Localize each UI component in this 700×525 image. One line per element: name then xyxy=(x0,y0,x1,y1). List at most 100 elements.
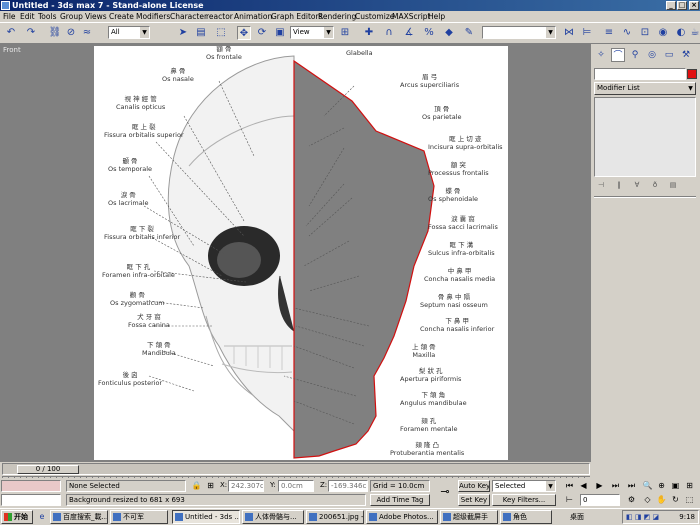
time-slider-thumb[interactable]: 0 / 100 xyxy=(17,465,79,474)
key-mode-dropdown[interactable]: Selected ▼ xyxy=(492,480,556,492)
task-8[interactable]: 角色 xyxy=(500,510,552,524)
lock-selection-icon[interactable]: 🔒 xyxy=(191,480,202,491)
menu-help[interactable]: Help xyxy=(428,11,445,22)
viewport-front[interactable]: Front 額 骨 Os frontale Glabella 鼻 骨 Os na… xyxy=(0,44,590,488)
time-configuration-icon[interactable]: ⚙ xyxy=(626,494,637,505)
pin-stack-icon[interactable]: ⊣ xyxy=(594,181,608,191)
set-key-button[interactable]: Set Key xyxy=(458,494,490,506)
hierarchy-tab-icon[interactable]: ⚲ xyxy=(628,48,642,62)
remove-modifier-icon[interactable]: ð xyxy=(648,181,662,191)
configure-modifier-sets-icon[interactable]: ▤ xyxy=(666,181,680,191)
menu-character[interactable]: Character xyxy=(170,11,207,22)
add-time-tag-button[interactable]: Add Time Tag xyxy=(370,494,430,506)
pivot-center-icon[interactable]: ⊞ xyxy=(338,26,352,40)
modifier-list-dropdown[interactable]: Modifier List ▼ xyxy=(594,82,696,95)
start-button[interactable]: 开始 xyxy=(1,510,33,524)
task-4[interactable]: 人体骨骼与... xyxy=(242,510,304,524)
zoom-all-icon[interactable]: ⊕ xyxy=(656,480,667,491)
task-screenshot[interactable]: 超级截屏手 xyxy=(440,510,498,524)
render-scene-icon[interactable]: ◐ xyxy=(674,26,688,40)
maxscript-listener-mini[interactable] xyxy=(1,480,61,492)
maximize-viewport-icon[interactable]: ⬚ xyxy=(684,494,695,505)
pan-icon[interactable]: ✋ xyxy=(656,494,667,505)
z-coordinate-field[interactable]: -169.346cm xyxy=(328,480,368,492)
current-frame-field[interactable]: 0 xyxy=(580,494,620,506)
selection-region-icon[interactable]: ⬚ xyxy=(214,26,228,40)
key-icon[interactable]: ⊸ xyxy=(436,486,454,497)
field-of-view-icon[interactable]: ◇ xyxy=(642,494,653,505)
menu-graph-editors[interactable]: Graph Editors xyxy=(271,11,323,22)
maxscript-input-mini[interactable] xyxy=(1,494,61,506)
curve-editor-icon[interactable]: ∿ xyxy=(620,26,634,40)
desktop-toolbar-label[interactable]: 桌面 xyxy=(570,511,584,523)
angle-snap-icon[interactable]: ∡ xyxy=(402,26,416,40)
next-frame-icon[interactable]: ⏭ xyxy=(610,480,621,491)
menu-customize[interactable]: Customize xyxy=(355,11,394,22)
auto-key-button[interactable]: Auto Key xyxy=(458,480,490,492)
tray-icons[interactable]: ◧ ◨ ◩ ◪ xyxy=(626,511,659,523)
key-mode-toggle-icon[interactable]: ⊢ xyxy=(564,494,575,505)
modifier-stack[interactable] xyxy=(594,97,696,177)
snap-toggle-icon[interactable]: ∩ xyxy=(382,26,396,40)
select-rotate-icon[interactable]: ⟳ xyxy=(255,26,269,40)
menu-animation[interactable]: Animation xyxy=(234,11,272,22)
menu-create[interactable]: Create xyxy=(109,11,134,22)
task-2[interactable]: 不可军 xyxy=(110,510,168,524)
material-editor-icon[interactable]: ◉ xyxy=(656,26,670,40)
app-icon[interactable] xyxy=(1,1,10,10)
edit-named-selection-icon[interactable]: ✎ xyxy=(462,26,476,40)
layer-manager-icon[interactable]: ≡ xyxy=(602,26,616,40)
select-move-icon[interactable]: ✥ xyxy=(237,26,251,40)
menu-rendering[interactable]: Rendering xyxy=(318,11,356,22)
select-link-icon[interactable]: ⛓ xyxy=(48,26,62,40)
task-photoshop[interactable]: Adobe Photos... xyxy=(366,510,438,524)
zoom-extents-all-icon[interactable]: ⊞ xyxy=(684,480,695,491)
arc-rotate-icon[interactable]: ↻ xyxy=(670,494,681,505)
select-manipulate-icon[interactable]: ✚ xyxy=(362,26,376,40)
menu-reactor[interactable]: reactor xyxy=(206,11,233,22)
menu-modifiers[interactable]: Modifiers xyxy=(136,11,170,22)
ie-icon[interactable]: e xyxy=(36,511,48,523)
time-slider[interactable]: 0 / 100 xyxy=(2,463,590,475)
unlink-icon[interactable]: ⊘ xyxy=(64,26,78,40)
align-icon[interactable]: ⊨ xyxy=(580,26,594,40)
named-selection-dropdown[interactable]: ▼ xyxy=(482,26,556,39)
show-end-result-icon[interactable]: ‖ xyxy=(612,181,626,191)
modify-tab-icon[interactable]: ⌒ xyxy=(611,48,625,62)
spinner-snap-icon[interactable]: ◆ xyxy=(442,26,456,40)
menu-tools[interactable]: Tools xyxy=(38,11,56,22)
x-coordinate-field[interactable]: 242.307cm xyxy=(228,480,264,492)
task-3dsmax[interactable]: Untitled - 3ds ... xyxy=(172,510,240,524)
go-to-start-icon[interactable]: ⏮ xyxy=(564,480,575,491)
menu-edit[interactable]: Edit xyxy=(20,11,35,22)
undo-icon[interactable]: ↶ xyxy=(4,26,18,40)
select-by-name-icon[interactable]: ▤ xyxy=(194,26,208,40)
maximize-button[interactable]: □ xyxy=(677,1,687,10)
ref-coord-dropdown[interactable]: View ▼ xyxy=(290,26,334,39)
select-scale-icon[interactable]: ▣ xyxy=(273,26,287,40)
menu-group[interactable]: Group xyxy=(60,11,83,22)
play-icon[interactable]: ▶ xyxy=(594,480,605,491)
redo-icon[interactable]: ↷ xyxy=(24,26,38,40)
mirror-icon[interactable]: ⋈ xyxy=(562,26,576,40)
task-image[interactable]: 200651.jpg - ... xyxy=(306,510,364,524)
go-to-end-icon[interactable]: ⏭ xyxy=(626,480,637,491)
motion-tab-icon[interactable]: ◎ xyxy=(645,48,659,62)
key-filters-button[interactable]: Key Filters... xyxy=(492,494,556,506)
absolute-mode-icon[interactable]: ⊞ xyxy=(205,480,216,491)
zoom-extents-icon[interactable]: ▣ xyxy=(670,480,681,491)
object-color-swatch[interactable] xyxy=(687,69,697,79)
quick-render-icon[interactable]: ☕ xyxy=(688,26,700,40)
schematic-view-icon[interactable]: ⊡ xyxy=(638,26,652,40)
task-baidu[interactable]: 百度搜索_載... xyxy=(50,510,108,524)
zoom-icon[interactable]: 🔍 xyxy=(642,480,653,491)
y-coordinate-field[interactable]: 0.0cm xyxy=(278,480,314,492)
bind-space-warp-icon[interactable]: ≈ xyxy=(80,26,94,40)
menu-views[interactable]: Views xyxy=(85,11,107,22)
viewport-label[interactable]: Front xyxy=(3,46,21,54)
select-object-icon[interactable]: ➤ xyxy=(176,26,190,40)
minimize-button[interactable]: _ xyxy=(666,1,676,10)
menu-file[interactable]: File xyxy=(3,11,16,22)
selection-filter-dropdown[interactable]: All ▼ xyxy=(108,26,150,39)
utilities-tab-icon[interactable]: ⚒ xyxy=(679,48,693,62)
